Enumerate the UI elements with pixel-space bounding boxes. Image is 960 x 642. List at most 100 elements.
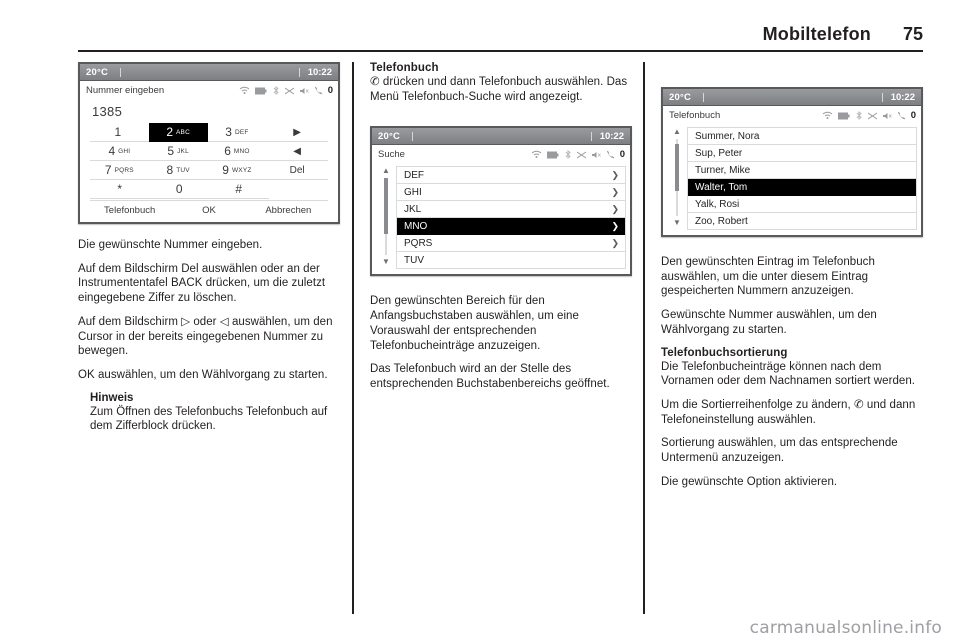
key-hash[interactable]: #	[209, 180, 269, 199]
clock-label: 10:22	[599, 131, 624, 143]
key-digit: 6	[224, 144, 231, 158]
column3-paragraph-5: Sortierung auswählen, um das entsprechen…	[661, 437, 898, 465]
column2-paragraph-1: ✆ drücken und dann Telefonbuch auswählen…	[370, 76, 628, 103]
column3-paragraph-2: Gewünschte Nummer auswählen, um den Wähl…	[661, 309, 877, 336]
search-scrollbar[interactable]: ▲ ▼	[376, 166, 396, 269]
list-item[interactable]: Sup, Peter	[688, 145, 916, 162]
list-item-label: GHI	[404, 186, 422, 198]
status-icon-group: 0	[822, 111, 916, 121]
scroll-down-icon[interactable]: ▼	[673, 219, 681, 227]
key-1[interactable]: 1	[90, 123, 149, 142]
list-item[interactable]: DEF ❯	[397, 167, 625, 185]
key-9[interactable]: 9 WXYZ	[207, 161, 267, 180]
status-icon-group: 0	[531, 150, 625, 160]
bluetooth-icon	[856, 111, 862, 120]
column1-paragraph-3: Auf dem Bildschirm ▷ oder ◁ auswählen, u…	[78, 315, 333, 358]
key-6[interactable]: 6 MNO	[207, 142, 267, 161]
cursor-left-button[interactable]: ◀	[266, 142, 328, 161]
clock-label: 10:22	[890, 92, 915, 103]
chevron-right-icon: ❯	[611, 237, 619, 248]
list-item[interactable]: JKL ❯	[397, 201, 625, 219]
phonebook-scrollbar[interactable]: ▲ ▼	[667, 127, 687, 230]
search-list: DEF ❯ GHI ❯ JKL ❯ MNO ❯ PQRS ❯ TUV	[396, 166, 626, 270]
entered-number: 1385	[92, 104, 123, 119]
mute-icon	[299, 87, 309, 94]
temperature-label: 20°C	[669, 91, 692, 103]
key-8[interactable]: 8 TUV	[148, 161, 208, 180]
keypad-row: 4 GHI 5 JKL 6 MNO ◀	[90, 142, 328, 161]
scroll-track[interactable]	[675, 139, 679, 216]
search-screen: 20°C 10:22 Suche 0 ▲ ▼ DEF ❯ GHI ❯ JKL ❯…	[370, 126, 632, 277]
search-list-wrap: ▲ ▼ DEF ❯ GHI ❯ JKL ❯ MNO ❯ PQRS ❯ TUV	[372, 164, 630, 274]
bluetooth-icon	[565, 150, 571, 160]
list-item-selected[interactable]: MNO ❯	[397, 218, 625, 236]
scroll-thumb[interactable]	[384, 178, 388, 234]
key-digit: 3	[225, 125, 232, 139]
key-letters: ABC	[176, 128, 190, 136]
key-7[interactable]: 7 PQRS	[90, 161, 149, 180]
key-0[interactable]: 0	[149, 180, 209, 199]
key-3[interactable]: 3 DEF	[207, 123, 267, 142]
key-digit: #	[235, 182, 243, 196]
scroll-track[interactable]	[384, 178, 388, 256]
column1-paragraph-2: Auf dem Bildschirm Del auswählen oder an…	[78, 262, 326, 305]
list-item-selected[interactable]: Walter, Tom	[688, 179, 916, 196]
list-item-label: MNO	[404, 220, 428, 232]
scroll-up-icon[interactable]: ▲	[382, 167, 390, 175]
signal-icon	[531, 151, 542, 159]
mute-icon	[591, 151, 601, 158]
key-5[interactable]: 5 JKL	[148, 142, 208, 161]
phonebook-titlebar: Telefonbuch 0	[663, 106, 921, 125]
cancel-button[interactable]: Abbrechen	[249, 205, 328, 216]
column3-paragraph-4: Um die Sortierreihenfolge zu ändern, ✆ u…	[661, 399, 916, 426]
cursor-right-button[interactable]: ▶	[266, 123, 328, 142]
delete-label: Del	[289, 164, 305, 176]
list-item[interactable]: Summer, Nora	[688, 128, 916, 145]
column-3: 20°C 10:22 Telefonbuch 0 ▲ ▼ Summer, Nor…	[661, 62, 923, 614]
scroll-thumb[interactable]	[675, 143, 679, 192]
footer-watermark: carmanualsonline.info	[749, 618, 942, 638]
column3-paragraph-1: Den gewünschten Eintrag im Telefonbuch a…	[661, 256, 875, 298]
key-digit: 7	[104, 163, 112, 177]
ok-button[interactable]: OK	[169, 205, 248, 216]
list-item-label: Sup, Peter	[695, 147, 743, 159]
list-item[interactable]: PQRS ❯	[397, 235, 625, 253]
delete-button[interactable]: Del	[266, 161, 328, 180]
key-4[interactable]: 4 GHI	[90, 142, 149, 161]
content-columns: 20°C 10:22 Nummer eingeben 0 1385 1 2 AB…	[78, 62, 923, 614]
list-item[interactable]: Turner, Mike	[688, 162, 916, 179]
phone-icon	[606, 151, 614, 159]
shuffle-icon	[576, 151, 586, 159]
phone-icon	[314, 86, 322, 95]
note-block: Hinweis Zum Öffnen des Telefonbuchs Tele…	[90, 392, 340, 434]
column1-paragraph-4: OK auswählen, um den Wählvorgang zu star…	[78, 369, 328, 382]
search-screen-title: Suche	[378, 149, 405, 161]
scroll-down-icon[interactable]: ▼	[382, 258, 390, 266]
key-2[interactable]: 2 ABC	[148, 123, 208, 142]
scroll-up-icon[interactable]: ▲	[673, 128, 681, 136]
chevron-right-icon: ❯	[611, 203, 619, 214]
list-item-label: Summer, Nora	[695, 130, 760, 142]
column2-paragraph-3: Das Telefonbuch wird an der Stelle des e…	[370, 363, 610, 391]
clock-label: 10:22	[307, 67, 332, 78]
list-item[interactable]: Yalk, Rosi	[688, 196, 916, 213]
list-item[interactable]: GHI ❯	[397, 184, 625, 202]
column3-heading: Telefonbuchsortierung	[661, 346, 788, 359]
list-item[interactable]: Zoo, Robert	[688, 213, 916, 230]
key-digit: *	[117, 182, 123, 196]
key-letters: PQRS	[114, 166, 134, 174]
statusbar-clock-separator	[299, 68, 300, 77]
list-item[interactable]: TUV	[397, 252, 625, 270]
column-1: 20°C 10:22 Nummer eingeben 0 1385 1 2 AB…	[78, 62, 340, 614]
statusbar-separator	[703, 92, 705, 102]
dial-screen-body: 1385 1 2ABC 3DEF ▶ 4GHI 5JKL 6MNO ◀	[80, 100, 338, 222]
column1-paragraph-1: Die gewünschte Nummer eingeben.	[78, 239, 263, 251]
bluetooth-icon	[273, 86, 279, 95]
column-divider-2	[643, 62, 645, 614]
key-star[interactable]: *	[90, 180, 150, 199]
temperature-label: 20°C	[86, 66, 109, 78]
shuffle-icon	[284, 87, 294, 94]
phonebook-list-wrap: ▲ ▼ Summer, Nora Sup, Peter Turner, Mike…	[663, 125, 921, 235]
phonebook-button[interactable]: Telefonbuch	[90, 205, 169, 216]
page-header: Mobiltelefon 75	[78, 24, 923, 58]
